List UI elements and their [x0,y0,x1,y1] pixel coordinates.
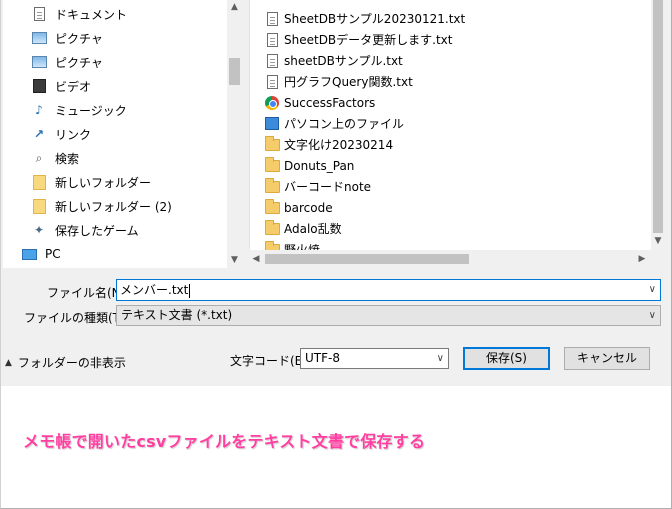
folder-icon [264,135,280,153]
folder-item[interactable]: barcode [264,197,333,218]
nav-item-new-folder[interactable]: 新しいフォルダー [31,170,151,194]
navigation-pane: ドキュメント ピクチャ ピクチャ ビデオ ♪ ミュージック ↗ リンク ⌕ 検索… [3,0,241,268]
nav-item-label: 新しいフォルダー (2) [55,199,172,214]
nav-item-pictures-2[interactable]: ピクチャ [31,50,103,74]
search-icon: ⌕ [35,151,43,165]
music-icon: ♪ [35,103,43,117]
filetype-value: テキスト文書 (*.txt) [121,308,233,322]
encoding-label: 文字コード(E): [230,354,311,368]
file-name: パソコン上のファイル [284,117,405,131]
text-file-icon [264,53,280,69]
text-cursor [189,283,191,298]
file-item[interactable]: sheetDBサンプル.txt [264,50,403,71]
nav-item-documents[interactable]: ドキュメント [31,2,127,26]
folder-icon [264,219,280,237]
folder-name: barcode [284,200,333,215]
pictures-icon [31,54,47,70]
scroll-thumb[interactable] [265,254,469,264]
chevron-down-icon[interactable]: ∨ [649,280,656,300]
chevron-down-icon[interactable]: ∨ [649,306,656,325]
file-name: SheetDBサンプル20230121.txt [284,12,466,26]
folder-icon [31,174,47,190]
file-item[interactable]: パソコン上のファイル [264,113,404,134]
folder-item[interactable]: 文字化け20230214 [264,134,393,155]
nav-item-label: ピクチャ [55,31,103,46]
scroll-up-arrow-icon[interactable]: ▲ [227,0,241,14]
file-list-hscrollbar[interactable]: ◀ ▶ [249,250,651,268]
nav-item-pc[interactable]: PC [21,242,61,266]
scroll-thumb[interactable] [229,58,240,85]
game-icon: ✦ [33,223,45,237]
file-item[interactable]: 円グラフQuery関数.txt [264,71,413,92]
shortcut-icon [264,116,280,132]
scroll-right-arrow-icon[interactable]: ▶ [635,250,649,268]
filename-input[interactable]: メンバー.txt ∨ [116,279,661,301]
folder-item[interactable]: バーコードnote [264,176,371,197]
nav-item-label: 新しいフォルダー [55,175,152,190]
nav-item-label: ドキュメント [55,7,128,22]
file-name: SheetDBデータ更新します.txt [284,33,453,47]
nav-item-label: ミュージック [55,103,127,118]
save-as-dialog: ドキュメント ピクチャ ピクチャ ビデオ ♪ ミュージック ↗ リンク ⌕ 検索… [0,0,672,386]
folder-icon [264,177,280,195]
file-list-vscrollbar[interactable]: ▼ [651,0,665,268]
video-icon [31,78,47,94]
folder-icon [31,198,47,214]
nav-item-pictures[interactable]: ピクチャ [31,26,103,50]
folder-item[interactable]: Adalo乱数 [264,218,342,239]
chrome-icon [264,95,280,111]
folder-icon [264,156,280,174]
filetype-select[interactable]: テキスト文書 (*.txt) ∨ [116,305,661,326]
annotation-caption: メモ帳で開いたcsvファイルをテキスト文書で保存する [23,432,426,451]
file-name: 円グラフQuery関数.txt [284,75,413,89]
text-file-icon [264,74,280,90]
file-list-pane: SheetDBサンプル20230121.txt SheetDBデータ更新します.… [249,0,665,268]
nav-item-videos[interactable]: ビデオ [31,74,91,98]
folder-name: バーコードnote [284,180,372,194]
folder-item[interactable]: Donuts_Pan [264,155,354,176]
folder-icon [264,198,280,216]
document-folder-icon [31,6,47,22]
text-file-icon [264,32,280,48]
nav-scrollbar[interactable]: ▲ ▼ [227,0,241,268]
file-name: sheetDBサンプル.txt [284,54,403,68]
pictures-icon [31,30,47,46]
pc-icon [21,246,37,262]
nav-item-search[interactable]: ⌕ 検索 [31,146,79,170]
nav-item-new-folder-2[interactable]: 新しいフォルダー (2) [31,194,172,218]
nav-item-label: 検索 [55,151,80,166]
save-button[interactable]: 保存(S) [463,347,550,370]
filetype-label: ファイルの種類(T): [24,311,129,325]
file-item[interactable]: SheetDBデータ更新します.txt [264,29,453,50]
hide-folders-label: フォルダーの非表示 [17,356,126,370]
nav-item-label: PC [45,247,61,261]
nav-item-label: リンク [55,127,92,142]
file-item[interactable]: SuccessFactors [264,92,375,113]
nav-item-label: ビデオ [55,79,92,94]
nav-item-links[interactable]: ↗ リンク [31,122,91,146]
folder-name: 文字化け20230214 [284,138,394,152]
text-file-icon [264,11,280,27]
scroll-thumb[interactable] [653,0,663,233]
filename-value: メンバー.txt [120,283,189,297]
encoding-select[interactable]: UTF-8 ∨ [300,348,449,369]
file-name: SuccessFactors [284,95,376,110]
encoding-value: UTF-8 [305,351,340,365]
scroll-left-arrow-icon[interactable]: ◀ [249,250,263,268]
chevron-down-icon[interactable]: ∨ [437,349,444,368]
nav-item-saved-games[interactable]: ✦ 保存したゲーム [31,218,139,242]
link-arrow-icon: ↗ [33,127,45,141]
scroll-down-arrow-icon[interactable]: ▼ [651,234,665,248]
cancel-button[interactable]: キャンセル [564,347,650,370]
nav-item-label: 保存したゲーム [55,223,139,238]
scroll-down-arrow-icon[interactable]: ▼ [227,253,241,267]
folder-name: Adalo乱数 [284,222,342,236]
nav-item-music[interactable]: ♪ ミュージック [31,98,127,122]
hide-folders-toggle[interactable]: ▲ フォルダーの非表示 [5,354,126,371]
folder-name: Donuts_Pan [284,158,355,173]
nav-item-label: ピクチャ [55,55,103,70]
file-item[interactable]: SheetDBサンプル20230121.txt [264,8,465,29]
chevron-up-icon: ▲ [5,357,12,368]
